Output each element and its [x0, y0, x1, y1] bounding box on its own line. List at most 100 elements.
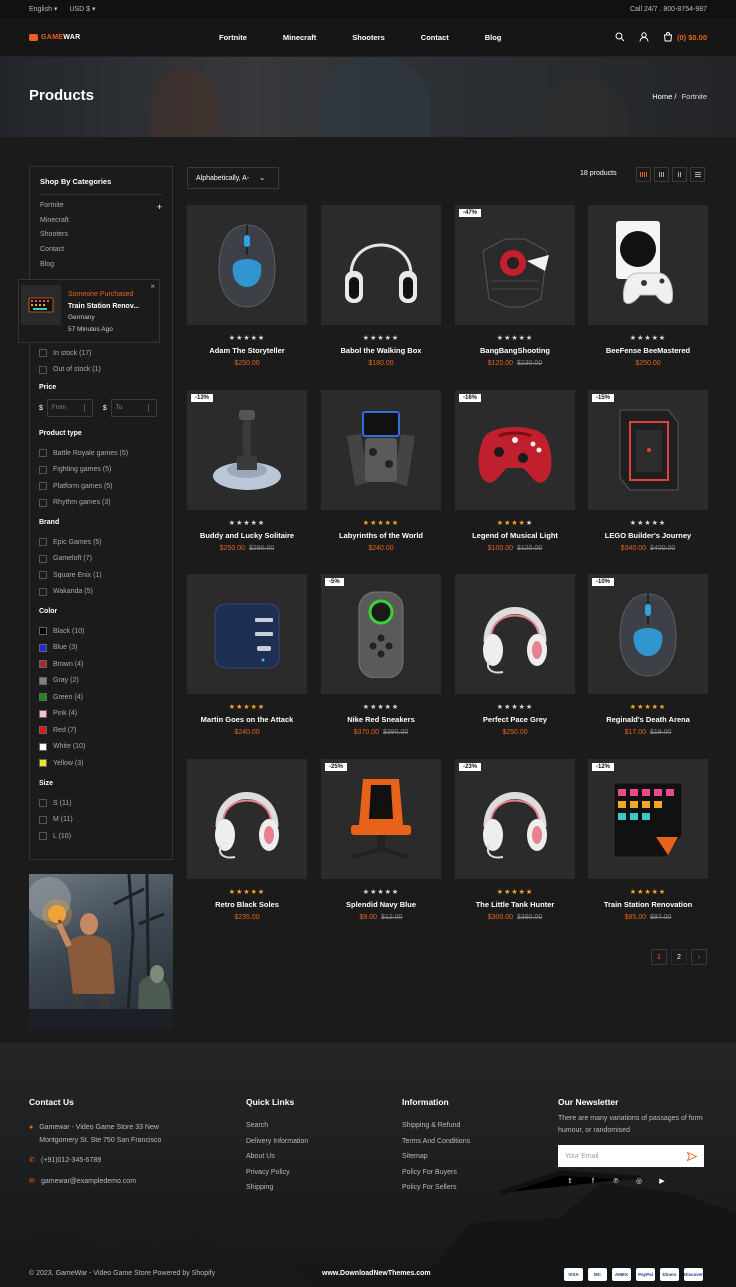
- checkbox[interactable]: [39, 538, 47, 547]
- product-title[interactable]: Nike Red Sneakers: [321, 715, 441, 727]
- currency-selector[interactable]: USD $ ▾: [69, 5, 95, 13]
- category-item[interactable]: Minecraft: [40, 217, 162, 232]
- color-swatch[interactable]: [39, 742, 47, 751]
- product-title[interactable]: Reginald's Death Arena: [588, 715, 708, 727]
- checkbox[interactable]: [39, 571, 47, 580]
- information-link[interactable]: Policy For Buyers: [402, 1169, 470, 1185]
- color-swatch[interactable]: [39, 709, 47, 718]
- size-option[interactable]: M (11): [39, 812, 163, 829]
- size-option[interactable]: S (11): [39, 795, 163, 812]
- product-image[interactable]: -16%: [455, 390, 575, 510]
- product-title[interactable]: Buddy and Lucky Solitaire: [187, 531, 307, 543]
- contact-phone[interactable]: (+91)012-345-6789: [41, 1155, 101, 1168]
- information-link[interactable]: Sitemap: [402, 1153, 470, 1169]
- color-swatch[interactable]: [39, 660, 47, 669]
- language-selector[interactable]: English ▾: [29, 5, 57, 13]
- product-card[interactable]: -5% ★★★★★ Nike Red Sneakers $370.00 $390.00: [321, 574, 441, 736]
- product-image[interactable]: -15%: [588, 390, 708, 510]
- sort-select[interactable]: Alphabetically, A- ⌄: [187, 167, 279, 189]
- product-title[interactable]: Babol the Walking Box: [321, 346, 441, 358]
- color-option[interactable]: White (10): [39, 739, 163, 756]
- product-image[interactable]: -12%: [588, 759, 708, 879]
- product-title[interactable]: Splendid Navy Blue: [321, 900, 441, 912]
- nav-item-shooters[interactable]: Shooters: [352, 33, 385, 42]
- brand-option[interactable]: Epic Games (5): [39, 534, 163, 551]
- product-card[interactable]: -25% ★★★★★ Splendid Navy Blue $9.00 $12.00: [321, 759, 441, 921]
- color-option[interactable]: Brown (4): [39, 656, 163, 673]
- product-card[interactable]: -23% ★★★★★ The Little Tank Hunter $300.00 $3…: [455, 759, 575, 921]
- grid-3-view-button[interactable]: [654, 167, 669, 182]
- color-swatch[interactable]: [39, 759, 47, 768]
- product-card[interactable]: -10% ★★★★★ Reginald's Death Arena $17.00 $19…: [588, 574, 708, 736]
- product-type-option[interactable]: Fighting games (5): [39, 462, 163, 479]
- instagram-icon[interactable]: ◎: [635, 1178, 643, 1186]
- quick-link[interactable]: Privacy Policy: [246, 1169, 308, 1185]
- color-option[interactable]: Green (4): [39, 689, 163, 706]
- information-link[interactable]: Policy For Sellers: [402, 1184, 470, 1200]
- quick-link[interactable]: Search: [246, 1122, 308, 1138]
- product-title[interactable]: LEGO Builder's Journey: [588, 531, 708, 543]
- youtube-icon[interactable]: ▶: [658, 1178, 666, 1186]
- color-option[interactable]: Black (10): [39, 623, 163, 640]
- product-type-option[interactable]: Rhythm games (3): [39, 495, 163, 512]
- product-card[interactable]: ★★★★★ Martin Goes on the Attack $240.00: [187, 574, 307, 736]
- cart-button[interactable]: (0) $0.00: [663, 32, 707, 42]
- checkbox[interactable]: [39, 832, 47, 841]
- page-button[interactable]: 2: [671, 949, 687, 965]
- product-type-option[interactable]: Platform games (5): [39, 478, 163, 495]
- page-button[interactable]: 1: [651, 949, 667, 965]
- product-image[interactable]: -10%: [588, 574, 708, 694]
- nav-item-minecraft[interactable]: Minecraft: [283, 33, 316, 42]
- logo[interactable]: GAMEWAR: [29, 33, 159, 41]
- product-title[interactable]: Perfect Pace Grey: [455, 715, 575, 727]
- close-icon[interactable]: ×: [150, 282, 155, 291]
- checkbox[interactable]: [39, 465, 47, 474]
- twitter-icon[interactable]: 𝕥: [566, 1178, 574, 1186]
- color-swatch[interactable]: [39, 643, 47, 652]
- product-title[interactable]: Adam The Storyteller: [187, 346, 307, 358]
- product-card[interactable]: ★★★★★ Retro Black Soles $235.00: [187, 759, 307, 921]
- product-image[interactable]: [321, 205, 441, 325]
- plus-icon[interactable]: +: [157, 202, 162, 217]
- category-item[interactable]: Contact: [40, 246, 162, 261]
- product-image[interactable]: -5%: [321, 574, 441, 694]
- color-option[interactable]: Blue (3): [39, 640, 163, 657]
- download-link[interactable]: www.DownloadNewThemes.com: [322, 1270, 431, 1277]
- product-image[interactable]: [187, 759, 307, 879]
- color-swatch[interactable]: [39, 627, 47, 636]
- category-item[interactable]: Blog: [40, 261, 162, 276]
- color-swatch[interactable]: [39, 693, 47, 702]
- price-from-input[interactable]: From: [46, 399, 93, 417]
- checkbox[interactable]: [39, 365, 47, 374]
- category-item[interactable]: Shooters: [40, 231, 162, 246]
- product-title[interactable]: Retro Black Soles: [187, 900, 307, 912]
- product-card[interactable]: -13% ★★★★★ Buddy and Lucky Solitaire $250.0…: [187, 390, 307, 552]
- product-title[interactable]: Martin Goes on the Attack: [187, 715, 307, 727]
- checkbox[interactable]: [39, 349, 47, 358]
- product-image[interactable]: [187, 205, 307, 325]
- product-title[interactable]: BangBangShooting: [455, 346, 575, 358]
- nav-item-contact[interactable]: Contact: [421, 33, 449, 42]
- product-image[interactable]: -47%: [455, 205, 575, 325]
- color-swatch[interactable]: [39, 726, 47, 735]
- brand-option[interactable]: Square Enix (1): [39, 567, 163, 584]
- pinterest-icon[interactable]: ℗: [612, 1178, 620, 1186]
- search-icon[interactable]: [615, 32, 625, 42]
- product-card[interactable]: -16% ★★★★★ Legend of Musical Light $100.00 $…: [455, 390, 575, 552]
- product-card[interactable]: -47% ★★★★★ BangBangShooting $120.00 $230.00: [455, 205, 575, 367]
- checkbox[interactable]: [39, 554, 47, 563]
- color-option[interactable]: Pink (4): [39, 706, 163, 723]
- product-image[interactable]: [321, 390, 441, 510]
- facebook-icon[interactable]: f: [589, 1178, 597, 1186]
- product-card[interactable]: ★★★★★ Adam The Storyteller $250.00: [187, 205, 307, 367]
- color-swatch[interactable]: [39, 676, 47, 685]
- notification-product[interactable]: Train Station Renov...: [68, 301, 139, 313]
- nav-item-blog[interactable]: Blog: [485, 33, 502, 42]
- availability-option[interactable]: Out of stock (1): [39, 362, 163, 379]
- color-option[interactable]: Red (7): [39, 722, 163, 739]
- color-option[interactable]: Gray (2): [39, 673, 163, 690]
- product-image[interactable]: [455, 574, 575, 694]
- product-title[interactable]: Train Station Renovation: [588, 900, 708, 912]
- product-card[interactable]: ★★★★★ Labyrinths of the World $240.00: [321, 390, 441, 552]
- category-item[interactable]: Fortnite +: [40, 202, 162, 217]
